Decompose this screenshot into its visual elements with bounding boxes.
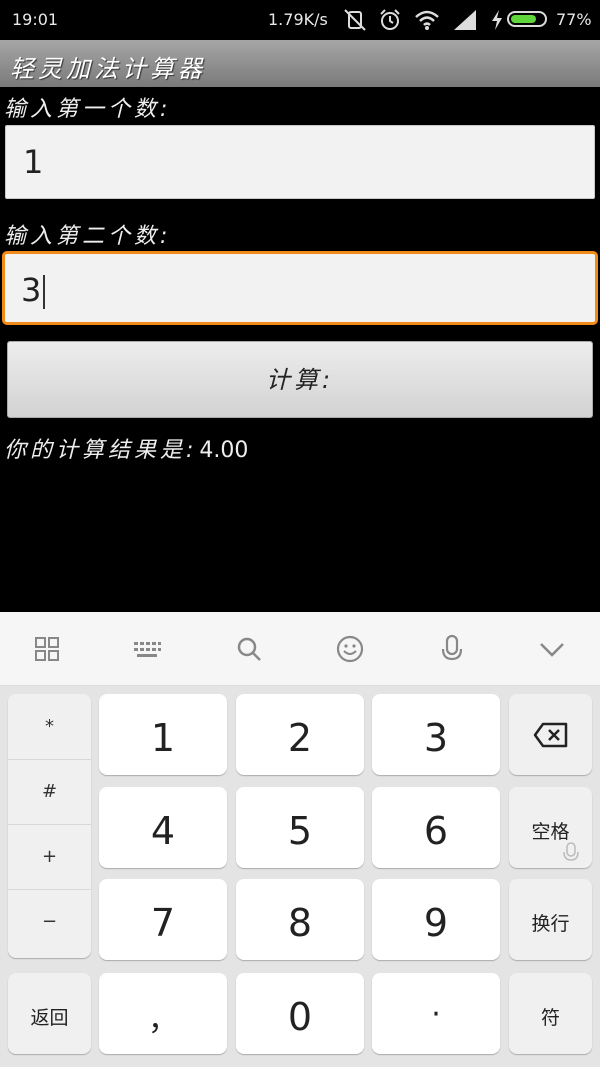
network-speed: 1.79K/s — [268, 10, 328, 29]
key-1[interactable]: 1 — [99, 694, 227, 775]
first-number-label: 输入第一个数: — [4, 97, 172, 122]
key-hash[interactable]: # — [8, 759, 91, 825]
keyboard-toolbar — [0, 612, 600, 686]
back-key[interactable]: 返回 — [8, 973, 91, 1054]
first-number-value: 1 — [23, 143, 44, 181]
alarm-icon — [380, 9, 400, 30]
battery-icon — [507, 11, 547, 27]
key-7[interactable]: 7 — [99, 879, 227, 960]
second-number-label: 输入第二个数: — [4, 224, 172, 249]
battery-percent: 77% — [556, 10, 592, 29]
key-9[interactable]: 9 — [372, 879, 500, 960]
newline-key[interactable]: 换行 — [509, 879, 592, 960]
emoji-icon[interactable] — [335, 634, 365, 664]
key-minus[interactable]: − — [8, 889, 91, 954]
wifi-icon — [415, 10, 439, 30]
first-number-input[interactable]: 1 — [5, 125, 595, 199]
key-0[interactable]: 0 — [236, 973, 364, 1054]
status-bar: 19:01 1.79K/s 77% — [0, 0, 600, 40]
key-4[interactable]: 4 — [99, 787, 227, 868]
symbol-key[interactable]: 符 — [509, 973, 592, 1054]
key-asterisk[interactable]: * — [8, 694, 91, 760]
vibrate-off-icon — [344, 9, 366, 31]
grid-icon[interactable] — [32, 634, 62, 664]
app-title: 轻灵加法计算器 — [10, 55, 206, 83]
backspace-icon — [533, 722, 568, 748]
mic-icon[interactable] — [437, 634, 467, 664]
key-6[interactable]: 6 — [372, 787, 500, 868]
status-time: 19:01 — [12, 10, 59, 29]
keyboard-icon[interactable] — [132, 634, 162, 664]
key-5[interactable]: 5 — [236, 787, 364, 868]
calculate-button[interactable]: 计算: — [7, 341, 593, 418]
symbol-column: * # + − — [8, 694, 91, 958]
key-plus[interactable]: + — [8, 824, 91, 890]
backspace-key[interactable] — [509, 694, 592, 775]
chevron-down-icon[interactable] — [537, 634, 567, 664]
voice-hint-icon — [563, 842, 579, 861]
key-dot[interactable]: · — [372, 973, 500, 1054]
text-caret — [43, 275, 46, 309]
result-line: 你的计算结果是:4.00 — [4, 432, 248, 464]
app-title-bar: 轻灵加法计算器 — [0, 40, 600, 87]
result-label: 你的计算结果是: — [4, 438, 198, 463]
key-8[interactable]: 8 — [236, 879, 364, 960]
result-value: 4.00 — [199, 438, 249, 463]
search-icon[interactable] — [234, 634, 264, 664]
second-number-value: 3 — [21, 271, 42, 309]
signal-icon — [454, 10, 476, 30]
key-3[interactable]: 3 — [372, 694, 500, 775]
second-number-input[interactable]: 3 — [2, 251, 598, 325]
key-comma[interactable]: ， — [99, 973, 227, 1054]
space-key[interactable]: 空格 — [509, 787, 592, 868]
key-2[interactable]: 2 — [236, 694, 364, 775]
